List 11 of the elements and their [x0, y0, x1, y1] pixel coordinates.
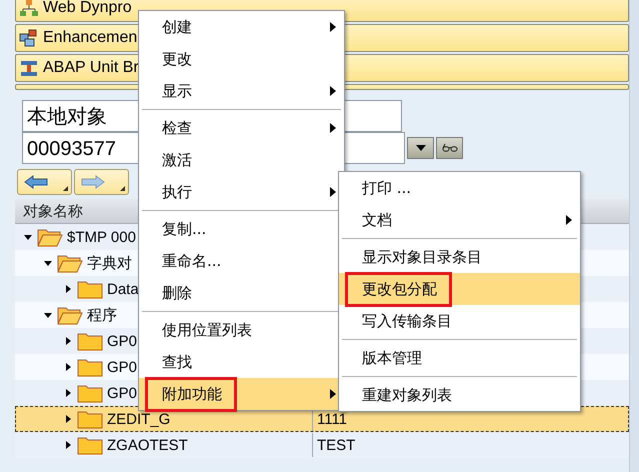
table-cell: 1111 [317, 410, 348, 428]
tree-item-label: GP0 [107, 332, 138, 350]
tree-item-label: GP0 [107, 358, 138, 376]
tree-item-label: ZGAOTEST [107, 436, 188, 454]
tree-item-label: $TMP 000 [67, 228, 136, 246]
tree-item-label: Data [107, 280, 139, 298]
tree-item-label: ZEDIT_G [107, 410, 170, 428]
tree-item-label: GP0 [107, 384, 138, 402]
tree-item-label: 字典对 [87, 254, 132, 272]
tree-item-label: 程序 [87, 306, 117, 324]
table-cell: TEST [317, 436, 356, 454]
